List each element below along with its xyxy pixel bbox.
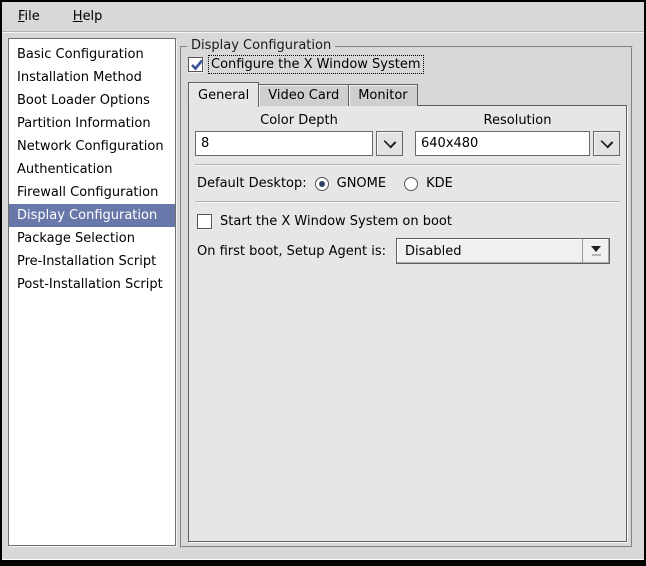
kde-radio[interactable]: [404, 176, 419, 191]
general-tab-page: Color Depth 8 Resolution 640x480 Default…: [188, 105, 627, 542]
sidebar-item-authentication[interactable]: Authentication: [9, 158, 175, 181]
triangle-bar: [591, 254, 601, 256]
depth-resolution-row: Color Depth 8 Resolution 640x480: [195, 111, 620, 156]
default-desktop-row: Default Desktop: GNOME KDE: [195, 174, 620, 193]
setup-agent-row: On first boot, Setup Agent is: Disabled: [195, 232, 620, 266]
setup-agent-label: On first boot, Setup Agent is:: [197, 243, 387, 259]
checkmark-icon: [191, 59, 204, 71]
color-depth-entry[interactable]: 8: [195, 131, 373, 156]
sidebar-item-firewall-configuration[interactable]: Firewall Configuration: [9, 181, 175, 204]
sidebar-item-post-installation-script[interactable]: Post-Installation Script: [9, 273, 175, 296]
resolution-label: Resolution: [483, 113, 552, 128]
setup-agent-value: Disabled: [405, 243, 462, 259]
option-menu-arrow-icon: [582, 239, 609, 263]
start-x-label[interactable]: Start the X Window System on boot: [220, 214, 452, 229]
start-x-row: Start the X Window System on boot: [195, 211, 620, 232]
display-configuration-frame: Display Configuration Configure the X Wi…: [180, 38, 633, 548]
sidebar-item-pre-installation-script[interactable]: Pre-Installation Script: [9, 250, 175, 273]
kde-radio-label[interactable]: KDE: [426, 176, 453, 191]
separator: [195, 164, 620, 166]
menubar: File Help: [2, 2, 644, 32]
tab-bar: General Video Card Monitor: [188, 82, 627, 107]
tab-monitor[interactable]: Monitor: [348, 84, 418, 106]
menu-help-rest: elp: [82, 9, 103, 24]
color-depth-combo: 8: [195, 131, 403, 156]
sidebar-item-basic-configuration[interactable]: Basic Configuration: [9, 43, 175, 66]
menu-help[interactable]: Help: [70, 7, 106, 26]
configure-x-checkbox[interactable]: [188, 57, 204, 72]
default-desktop-label: Default Desktop:: [197, 176, 307, 191]
setup-agent-option-menu[interactable]: Disabled: [396, 238, 611, 264]
configure-x-label[interactable]: Configure the X Window System: [208, 55, 424, 74]
triangle-down-icon: [591, 246, 602, 252]
menu-file[interactable]: File: [15, 7, 43, 26]
section-list: Basic Configuration Installation Method …: [8, 38, 176, 546]
start-x-checkbox[interactable]: [197, 214, 212, 229]
sidebar-item-network-configuration[interactable]: Network Configuration: [9, 135, 175, 158]
sidebar-item-boot-loader-options[interactable]: Boot Loader Options: [9, 89, 175, 112]
display-notebook: General Video Card Monitor Color Depth 8: [188, 82, 627, 542]
sidebar-item-display-configuration[interactable]: Display Configuration: [9, 204, 175, 227]
chevron-down-icon: [600, 135, 613, 148]
sidebar-item-partition-information[interactable]: Partition Information: [9, 112, 175, 135]
configure-x-row: Configure the X Window System: [188, 55, 627, 74]
resolution-dropdown-button[interactable]: [593, 131, 620, 156]
resolution-combo: 640x480: [415, 131, 620, 156]
app-window: File Help Basic Configuration Installati…: [0, 0, 646, 566]
color-depth-dropdown-button[interactable]: [376, 131, 403, 156]
menu-help-mnemonic: H: [72, 9, 83, 24]
chevron-down-icon: [383, 135, 396, 148]
resolution-entry[interactable]: 640x480: [415, 131, 590, 156]
menu-file-rest: ile: [24, 9, 40, 24]
sidebar-item-package-selection[interactable]: Package Selection: [9, 227, 175, 250]
tab-video-card[interactable]: Video Card: [258, 84, 350, 106]
tab-general[interactable]: General: [188, 82, 260, 107]
gnome-radio[interactable]: [314, 176, 329, 191]
sidebar-item-installation-method[interactable]: Installation Method: [9, 66, 175, 89]
gnome-radio-label[interactable]: GNOME: [337, 176, 386, 191]
color-depth-label: Color Depth: [260, 113, 338, 128]
separator: [195, 201, 620, 203]
